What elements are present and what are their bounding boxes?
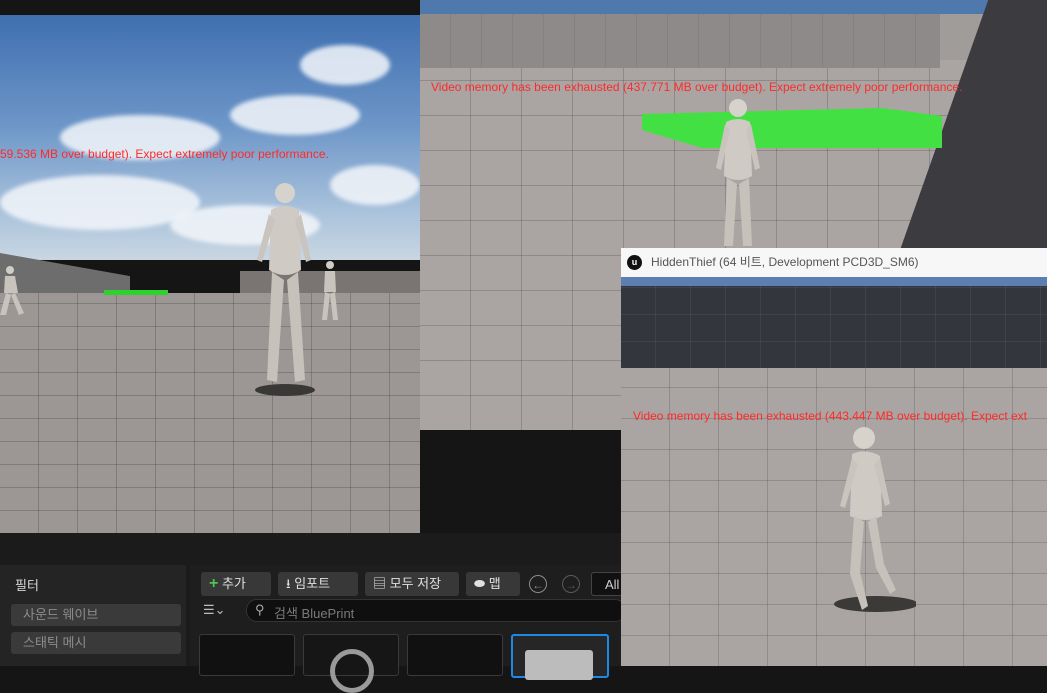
- character-mannequin: [255, 183, 315, 396]
- memory-warning-text: 59.536 MB over budget). Expect extremely…: [0, 147, 329, 161]
- forward-arrow-icon[interactable]: →: [562, 575, 580, 593]
- viewport-left[interactable]: 59.536 MB over budget). Expect extremely…: [0, 15, 420, 533]
- back-arrow-icon[interactable]: ←: [529, 575, 547, 593]
- plus-icon: +: [209, 575, 219, 592]
- game-window[interactable]: u HiddenThief (64 비트, Development PCD3D_…: [621, 248, 1047, 666]
- asset-thumbnail[interactable]: [199, 634, 295, 676]
- window-titlebar[interactable]: u HiddenThief (64 비트, Development PCD3D_…: [621, 248, 1047, 277]
- filter-title: 필터: [15, 578, 39, 593]
- floor-grid: [0, 293, 420, 533]
- character-mannequin: [834, 427, 916, 612]
- green-platform: [104, 290, 168, 295]
- memory-warning-text: Video memory has been exhausted (437.771…: [431, 80, 963, 94]
- unreal-engine-icon: u: [627, 255, 642, 270]
- filter-panel: 필터 사운드 웨이브 스태틱 메시: [0, 565, 186, 666]
- save-icon: ▤: [373, 576, 387, 591]
- character-mannequin: [716, 99, 760, 246]
- asset-thumbnail[interactable]: [303, 634, 399, 693]
- asset-thumbnail[interactable]: [407, 634, 503, 676]
- map-button[interactable]: ⬬ 맵: [466, 572, 520, 596]
- cloud: [300, 45, 390, 85]
- map-icon: ⬬: [474, 576, 486, 591]
- character-mannequin: [0, 266, 24, 315]
- import-icon: ⭳: [286, 576, 291, 591]
- character-mannequin: [322, 261, 338, 320]
- search-icon: ⚲: [255, 602, 265, 617]
- filter-static-mesh[interactable]: 스태틱 메시: [11, 632, 181, 654]
- sky: [420, 0, 1047, 14]
- cloud: [230, 95, 360, 135]
- green-platform: [642, 108, 942, 148]
- add-button[interactable]: + 추가: [201, 572, 271, 596]
- memory-warning-text: Video memory has been exhausted (443.447…: [633, 409, 1028, 423]
- filter-sound-wave[interactable]: 사운드 웨이브: [11, 604, 181, 626]
- cloud: [330, 165, 420, 205]
- circle-icon: [330, 649, 374, 693]
- import-button[interactable]: ⭳ 임포트: [278, 572, 358, 596]
- asset-thumbnail-selected[interactable]: [511, 634, 609, 680]
- window-title: HiddenThief (64 비트, Development PCD3D_SM…: [651, 255, 919, 269]
- search-input[interactable]: ⚲ 검색 BluePrint: [246, 599, 626, 622]
- search-placeholder: 검색 BluePrint: [274, 606, 355, 621]
- wall: [621, 286, 1047, 368]
- filter-dropdown[interactable]: ☰⌄: [203, 602, 226, 618]
- chevron-down-icon: ⌄: [214, 602, 226, 617]
- filter-icon: ☰: [203, 602, 215, 617]
- save-all-button[interactable]: ▤ 모두 저장: [365, 572, 459, 596]
- gamepad-icon: [525, 650, 593, 680]
